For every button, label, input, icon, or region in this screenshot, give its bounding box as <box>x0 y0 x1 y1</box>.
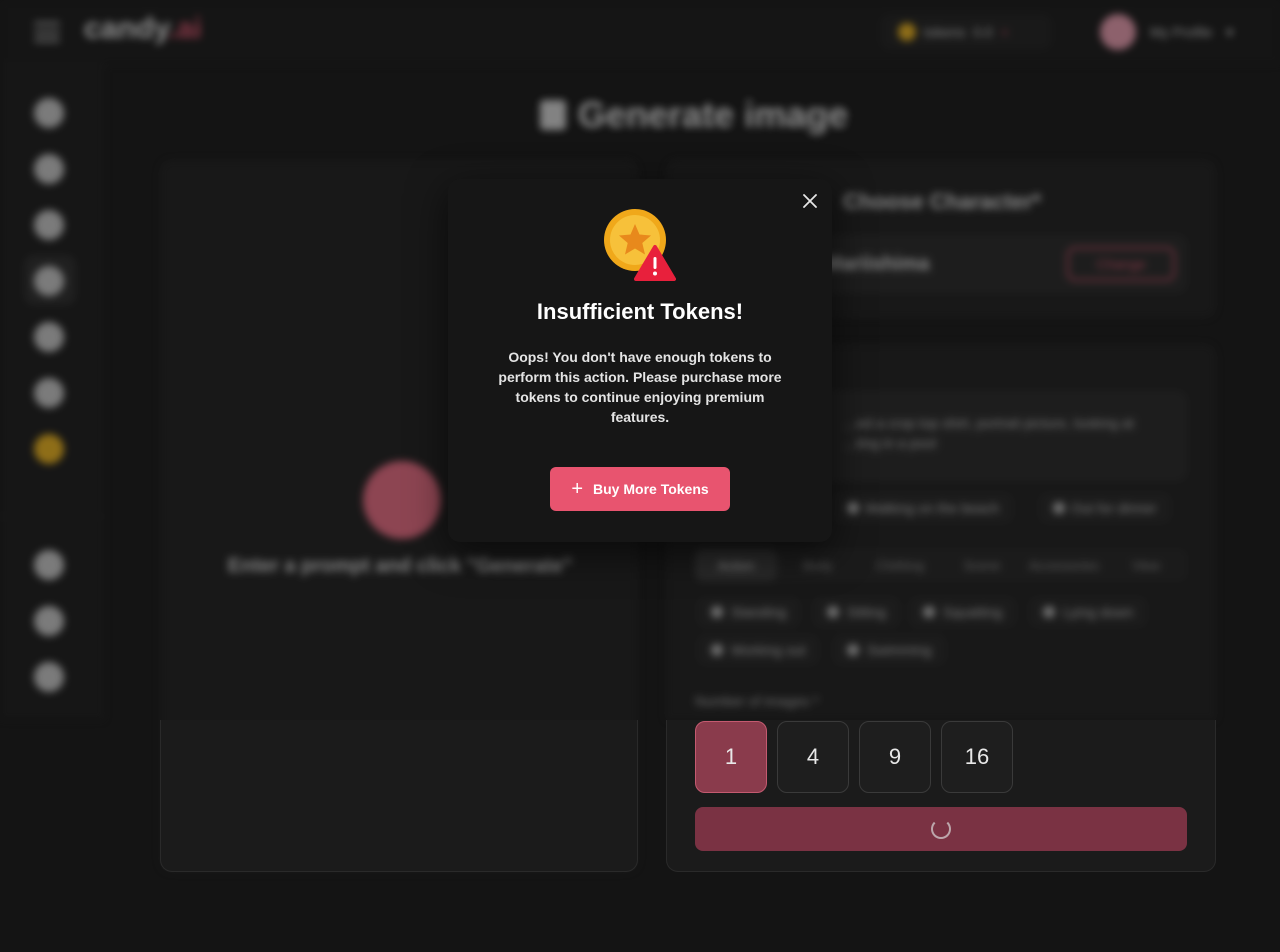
pose-label: Working out <box>731 642 806 658</box>
generate-button[interactable] <box>695 807 1187 851</box>
pose-label: Standing <box>731 604 787 620</box>
pose-icon <box>827 606 839 618</box>
close-button[interactable] <box>800 191 820 211</box>
gallery-icon[interactable] <box>34 210 64 240</box>
image-placeholder-icon <box>363 461 441 539</box>
logo[interactable]: candy.ai <box>84 12 202 46</box>
my-ai-icon[interactable] <box>34 378 64 408</box>
logo-main: candy <box>84 12 169 45</box>
chat-icon[interactable] <box>34 154 64 184</box>
scene-icon <box>1053 502 1065 514</box>
scene-chip[interactable]: Out for dinner <box>1039 493 1171 523</box>
logo-accent: .ai <box>168 12 202 45</box>
app-root: candy.ai tokens 0.0 + My Profile ▾ Gener… <box>0 0 1280 952</box>
pose-icon <box>923 606 935 618</box>
modal-title: Insufficient Tokens! <box>536 299 744 324</box>
pose-icon <box>1043 606 1055 618</box>
scene-chip[interactable]: Walking on the beach <box>833 493 1014 523</box>
brush-icon <box>540 100 566 130</box>
profile-label: My Profile <box>1150 24 1213 40</box>
tab-body[interactable]: Body <box>777 549 859 581</box>
discord-icon[interactable] <box>34 550 64 580</box>
scene-icon <box>847 502 859 514</box>
trophy-icon[interactable] <box>34 662 64 692</box>
number-of-images-label: Number of images * <box>695 693 819 709</box>
create-character-icon[interactable] <box>34 322 64 352</box>
pose-chip[interactable]: Lying down <box>1029 597 1148 627</box>
pose-icon <box>711 606 723 618</box>
pose-chip[interactable]: Sitting <box>813 597 900 627</box>
buy-button-label: Buy More Tokens <box>593 481 709 497</box>
pose-label: Sitting <box>847 604 886 620</box>
tokens-pill[interactable]: tokens 0.0 + <box>880 14 1052 50</box>
tab-clothing[interactable]: Clothing <box>859 549 941 581</box>
empty-state-text: Enter a prompt and click "Generate" <box>227 555 573 577</box>
sidebar <box>0 64 104 720</box>
pose-icon <box>711 644 723 656</box>
chevron-down-icon: ▾ <box>1226 23 1234 40</box>
pose-label: Squatting <box>943 604 1003 620</box>
tab-accessories[interactable]: Accessories <box>1023 549 1105 581</box>
pose-chip[interactable]: Standing <box>697 597 801 627</box>
character-name: Mariishima <box>825 253 930 275</box>
affiliate-icon[interactable] <box>34 606 64 636</box>
pose-chip[interactable]: Squatting <box>909 597 1017 627</box>
pose-label: Swimming <box>867 642 932 658</box>
premium-icon[interactable] <box>34 434 64 464</box>
tab-action[interactable]: Action <box>695 549 777 581</box>
explore-icon[interactable] <box>34 98 64 128</box>
tokens-value: 0.0 <box>973 24 993 40</box>
pose-icon <box>847 644 859 656</box>
scene-label: Out for dinner <box>1071 500 1157 516</box>
modal-body: Oops! You don't have enough tokens to pe… <box>498 349 782 425</box>
page-title-text: Generate image <box>578 94 849 135</box>
tokens-add-icon: + <box>1000 24 1009 40</box>
coin-warning-icon <box>604 209 676 281</box>
character-title: Choose Character* <box>843 189 1042 214</box>
preview-panel-bottom <box>160 720 638 872</box>
pose-label: Lying down <box>1063 604 1134 620</box>
tokens-label: tokens <box>924 24 966 40</box>
close-icon <box>803 194 817 208</box>
image-count-4[interactable]: 4 <box>777 721 849 793</box>
pose-chip[interactable]: Working out <box>697 635 820 665</box>
pose-chip[interactable]: Swimming <box>833 635 946 665</box>
image-count-16[interactable]: 16 <box>941 721 1013 793</box>
avatar <box>1100 14 1136 50</box>
page-title: Generate image <box>540 94 848 136</box>
tab-scene[interactable]: Scene <box>941 549 1023 581</box>
tab-view[interactable]: View <box>1105 549 1187 581</box>
coin-icon <box>898 23 916 41</box>
top-bar: candy.ai tokens 0.0 + My Profile ▾ <box>0 0 1280 64</box>
loading-spinner-icon <box>931 819 951 839</box>
sidebar-divider <box>0 516 104 517</box>
buy-more-tokens-button[interactable]: + Buy More Tokens <box>550 467 730 511</box>
generate-image-icon[interactable] <box>34 266 64 296</box>
insufficient-tokens-modal: Insufficient Tokens! Oops! You don't hav… <box>448 179 832 542</box>
profile-menu[interactable]: My Profile ▾ <box>1100 14 1233 50</box>
scene-label: Walking on the beach <box>865 500 1000 516</box>
change-character-button[interactable]: Change <box>1067 247 1175 281</box>
image-count-1[interactable]: 1 <box>695 721 767 793</box>
menu-icon[interactable] <box>34 22 60 42</box>
plus-icon: + <box>571 478 584 500</box>
option-tabs: Action Body Clothing Scene Accessories V… <box>695 549 1187 581</box>
image-count-9[interactable]: 9 <box>859 721 931 793</box>
